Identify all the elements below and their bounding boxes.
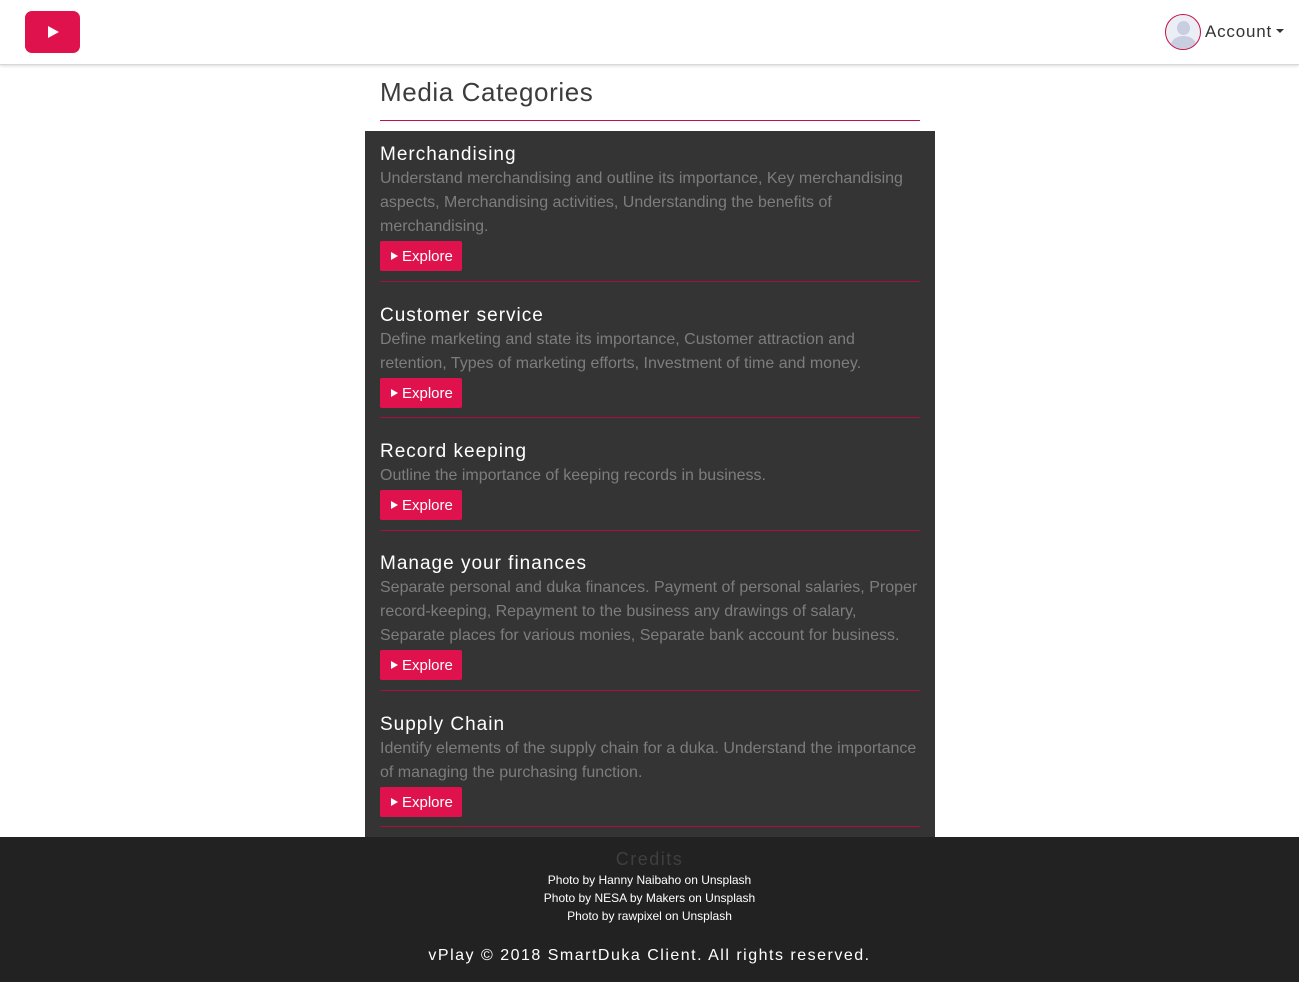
- account-label: Account: [1204, 22, 1272, 41]
- category-divider: [380, 281, 920, 282]
- category-item: Merchandising Understand merchandising a…: [380, 143, 920, 271]
- category-title: Customer service: [380, 305, 544, 326]
- category-description: Separate personal and duka finances. Pay…: [380, 579, 918, 644]
- play-icon: [47, 26, 59, 38]
- credit-line: Photo by NESA by Makers on Unsplash: [543, 891, 756, 905]
- credit-line: Photo by Hanny Naibaho on Unsplash: [547, 873, 752, 887]
- play-icon: [391, 798, 398, 806]
- explore-label: Explore: [402, 793, 453, 811]
- category-title: Manage your finances: [380, 553, 587, 574]
- category-divider: [380, 417, 920, 418]
- category-description: Understand merchandising and outline its…: [380, 170, 903, 235]
- navbar: Account: [0, 0, 1299, 65]
- title-divider: [380, 120, 920, 121]
- explore-button[interactable]: Explore: [380, 378, 462, 408]
- play-icon: [391, 252, 398, 260]
- category-title: Supply Chain: [380, 714, 506, 735]
- category-description: Identify elements of the supply chain fo…: [380, 740, 917, 781]
- page-title: Media Categories: [380, 77, 594, 107]
- footer: Credits Photo by Hanny Naibaho on Unspla…: [0, 837, 1299, 982]
- logo-button[interactable]: [25, 11, 80, 53]
- play-icon: [391, 661, 398, 669]
- explore-label: Explore: [402, 496, 453, 514]
- credits-title: Credits: [615, 849, 684, 869]
- category-item: Supply Chain Identify elements of the su…: [380, 713, 920, 817]
- categories-panel: Merchandising Understand merchandising a…: [365, 131, 935, 837]
- category-divider: [380, 826, 920, 827]
- copyright: vPlay © 2018 SmartDuka Client. All right…: [428, 947, 871, 964]
- explore-button[interactable]: Explore: [380, 650, 462, 680]
- category-item: Customer service Define marketing and st…: [380, 304, 920, 408]
- play-icon: [391, 501, 398, 509]
- category-description: Define marketing and state its importanc…: [380, 331, 862, 372]
- category-title: Merchandising: [380, 144, 517, 165]
- explore-button[interactable]: Explore: [380, 490, 462, 520]
- category-title: Record keeping: [380, 441, 528, 462]
- play-icon: [391, 389, 398, 397]
- account-dropdown[interactable]: Account: [1164, 14, 1284, 50]
- category-divider: [380, 690, 920, 691]
- credit-line: Photo by rawpixel on Unsplash: [567, 909, 732, 923]
- explore-button[interactable]: Explore: [380, 241, 462, 271]
- caret-down-icon: [1276, 29, 1284, 33]
- category-divider: [380, 530, 920, 531]
- category-item: Manage your finances Separate personal a…: [380, 552, 920, 680]
- category-item: Record keeping Outline the importance of…: [380, 440, 920, 520]
- explore-label: Explore: [402, 656, 453, 674]
- explore-button[interactable]: Explore: [380, 787, 462, 817]
- category-description: Outline the importance of keeping record…: [380, 467, 766, 484]
- explore-label: Explore: [402, 247, 453, 265]
- avatar: [1164, 14, 1201, 50]
- explore-label: Explore: [402, 384, 453, 402]
